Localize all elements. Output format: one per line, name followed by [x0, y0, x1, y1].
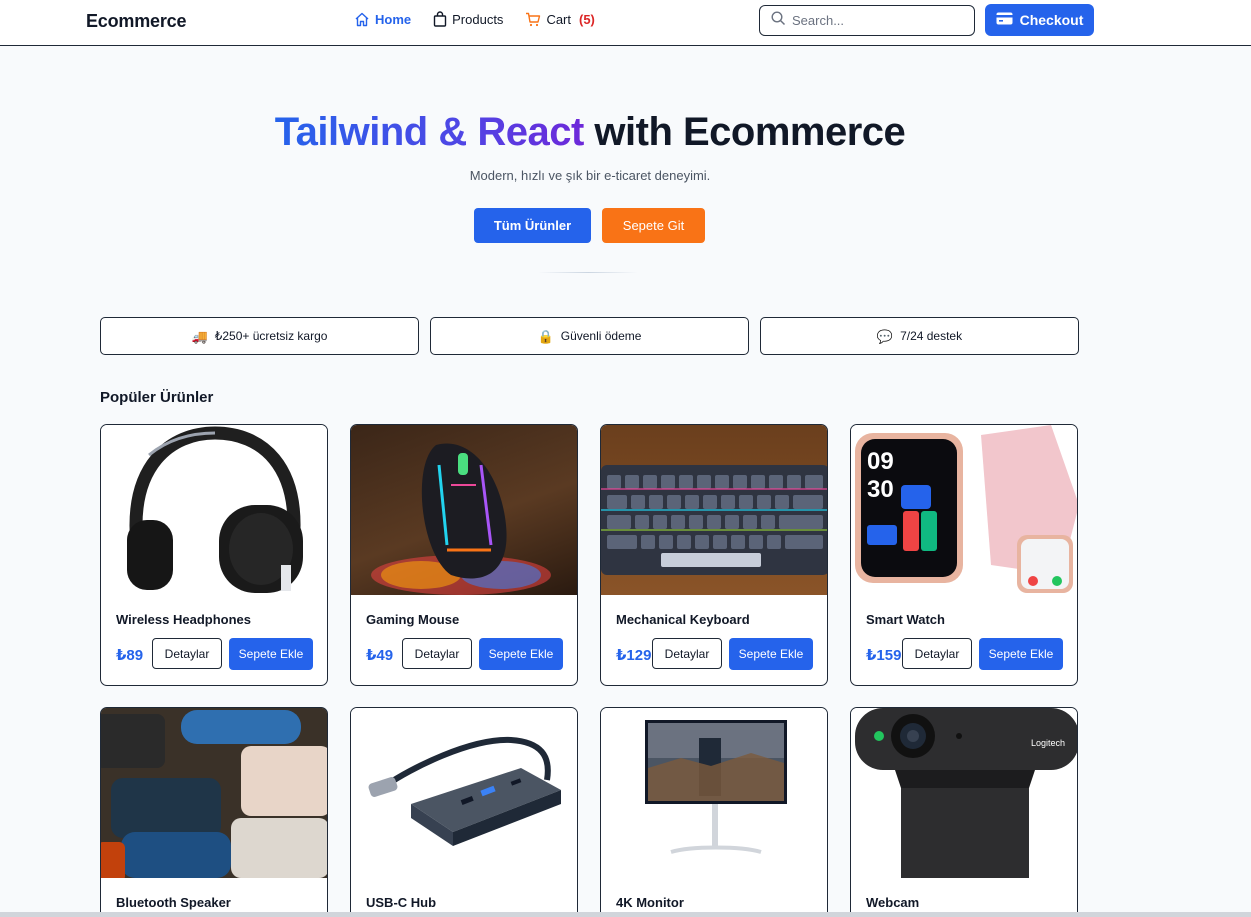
home-icon: [354, 12, 370, 27]
details-button[interactable]: Detaylar: [152, 638, 222, 669]
product-card: Mechanical Keyboard ₺129 Detaylar Sepete…: [600, 424, 828, 686]
all-products-button[interactable]: Tüm Ürünler: [474, 208, 591, 243]
product-name[interactable]: 4K Monitor: [616, 895, 684, 910]
product-card: Logitech Webcam: [850, 707, 1078, 917]
feature-support: 💬 7/24 destek: [760, 317, 1079, 355]
hero-subtitle: Modern, hızlı ve şık bir e-ticaret deney…: [469, 168, 711, 183]
product-card: Bluetooth Speaker: [100, 707, 328, 917]
brand-logo[interactable]: Ecommerce: [86, 11, 186, 32]
product-card: Wireless Headphones ₺89 Detaylar Sepete …: [100, 424, 328, 686]
product-price: ₺49: [366, 647, 394, 664]
details-button[interactable]: Detaylar: [902, 638, 972, 669]
search-box: [759, 5, 975, 36]
product-image-usb-c-hub[interactable]: [351, 708, 577, 878]
details-button[interactable]: Detaylar: [652, 638, 722, 669]
search-input[interactable]: [792, 13, 962, 28]
shopping-bag-icon: [433, 11, 447, 27]
details-button[interactable]: Detaylar: [402, 638, 472, 669]
horizontal-scrollbar[interactable]: [0, 912, 1251, 917]
credit-card-icon: [996, 12, 1013, 28]
hero-buttons: Tüm Ürünler Sepete Git: [474, 208, 705, 243]
product-name[interactable]: Wireless Headphones: [116, 612, 251, 627]
product-card: 4K Monitor: [600, 707, 828, 917]
product-name[interactable]: Smart Watch: [866, 612, 945, 627]
product-name[interactable]: Gaming Mouse: [366, 612, 459, 627]
truck-icon: 🚚: [191, 328, 208, 344]
svg-text:Logitech: Logitech: [1031, 738, 1065, 748]
product-image-gaming-mouse[interactable]: [351, 425, 577, 595]
feature-label: 7/24 destek: [900, 329, 963, 343]
product-image-webcam[interactable]: Logitech: [851, 708, 1077, 878]
product-image-keyboard[interactable]: [601, 425, 827, 595]
chat-icon: 💬: [876, 328, 894, 344]
product-image-headphones[interactable]: [101, 425, 327, 595]
lock-icon: 🔒: [537, 328, 554, 344]
add-to-cart-button[interactable]: Sepete Ekle: [229, 638, 313, 670]
add-to-cart-button[interactable]: Sepete Ekle: [979, 638, 1063, 670]
product-price: ₺129: [616, 647, 652, 664]
navbar: Ecommerce Home Products Cart (5) Search.…: [0, 0, 1251, 46]
product-name[interactable]: USB-C Hub: [366, 895, 436, 910]
nav-products[interactable]: Products: [433, 11, 503, 27]
product-price: ₺159: [866, 647, 902, 664]
svg-text:09: 09: [867, 448, 894, 475]
product-price: ₺89: [116, 647, 144, 664]
hero-title-highlight: Tailwind & React: [274, 110, 585, 154]
cart-count-badge: (5): [579, 11, 595, 27]
product-name[interactable]: Bluetooth Speaker: [116, 895, 231, 910]
product-name[interactable]: Mechanical Keyboard: [616, 612, 750, 627]
cart-icon: [525, 12, 541, 27]
add-to-cart-button[interactable]: Sepete Ekle: [729, 638, 813, 670]
feature-label: ₺250+ ücretsiz kargo: [214, 329, 328, 343]
nav-cart-label: Cart: [546, 11, 571, 27]
nav-home[interactable]: Home: [354, 12, 411, 27]
add-to-cart-button[interactable]: Sepete Ekle: [479, 638, 563, 670]
product-card: 09 30 Smart Watch ₺159 Detaylar Sepete E…: [850, 424, 1078, 686]
feature-secure-payment: 🔒 Güvenli ödeme: [430, 317, 749, 355]
product-image-4k-monitor[interactable]: [601, 708, 827, 878]
hero-title-rest: with Ecommerce: [583, 110, 906, 154]
hero-divider: [538, 272, 638, 273]
checkout-button[interactable]: Checkout: [985, 4, 1094, 36]
nav-links: Home Products Cart (5): [354, 11, 595, 27]
product-card: Gaming Mouse ₺49 Detaylar Sepete Ekle: [350, 424, 578, 686]
feature-label: Güvenli ödeme: [560, 329, 642, 343]
product-name[interactable]: Webcam: [866, 895, 919, 910]
hero-title: Tailwind & React with Ecommerce: [0, 110, 1180, 155]
svg-text:30: 30: [867, 476, 894, 503]
nav-products-label: Products: [452, 11, 504, 27]
nav-home-label: Home: [375, 11, 412, 27]
feature-free-shipping: 🚚 ₺250+ ücretsiz kargo: [100, 317, 419, 355]
product-image-smart-watch[interactable]: 09 30: [851, 425, 1077, 595]
product-card: USB-C Hub: [350, 707, 578, 917]
product-image-bluetooth-speaker[interactable]: [101, 708, 327, 878]
section-title: Popüler Ürünler: [100, 389, 214, 406]
search-icon: [771, 10, 786, 31]
checkout-label: Checkout: [1019, 12, 1084, 28]
nav-cart[interactable]: Cart (5): [525, 11, 595, 27]
go-to-cart-button[interactable]: Sepete Git: [602, 208, 705, 243]
